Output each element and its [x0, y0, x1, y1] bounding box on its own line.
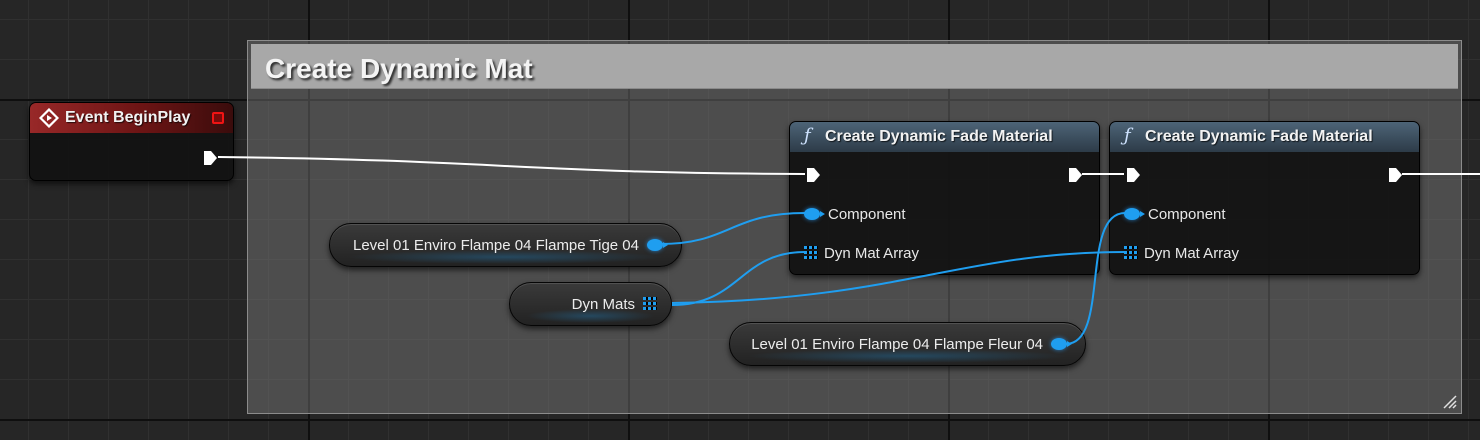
exec-input-pin-icon[interactable]	[1125, 167, 1141, 183]
comment-header[interactable]: Create Dynamic Mat	[251, 44, 1458, 89]
variable-label: Dyn Mats	[571, 295, 635, 313]
dyn-mat-array-pin-label: Dyn Mat Array	[1144, 244, 1240, 262]
array-pin-icon[interactable]	[1124, 246, 1138, 260]
component-pin-label: Component	[1148, 205, 1226, 223]
event-icon	[39, 108, 59, 128]
function-node-2-header[interactable]: ƒ Create Dynamic Fade Material	[1110, 122, 1419, 152]
event-node-title: Event BeginPlay	[65, 109, 191, 126]
function-node-1-header[interactable]: ƒ Create Dynamic Fade Material	[790, 122, 1099, 152]
component-pin-label: Component	[828, 205, 906, 223]
comment-title: Create Dynamic Mat	[265, 53, 533, 84]
object-pin-icon[interactable]	[1051, 338, 1072, 350]
resize-grip-icon[interactable]	[1441, 393, 1457, 409]
exec-output-pin-icon[interactable]	[202, 150, 218, 166]
function-icon: ƒ	[1124, 125, 1131, 146]
object-pin-icon[interactable]	[1124, 208, 1145, 220]
function-node-2-title: Create Dynamic Fade Material	[1145, 128, 1373, 145]
object-pin-icon[interactable]	[804, 208, 825, 220]
variable-node-flampe-fleur[interactable]: Level 01 Enviro Flampe 04 Flampe Fleur 0…	[729, 322, 1086, 366]
array-pin-icon[interactable]	[643, 297, 657, 311]
delegate-pin-icon[interactable]	[212, 112, 224, 124]
event-node-header[interactable]: Event BeginPlay	[30, 103, 233, 133]
dyn-mat-array-pin-row[interactable]: Dyn Mat Array	[804, 243, 919, 263]
variable-label: Level 01 Enviro Flampe 04 Flampe Fleur 0…	[751, 335, 1043, 353]
event-beginplay-node[interactable]: Event BeginPlay	[29, 102, 234, 181]
array-pin-icon[interactable]	[804, 246, 818, 260]
dyn-mat-array-pin-label: Dyn Mat Array	[824, 244, 920, 262]
component-pin-row[interactable]: Component	[1124, 204, 1226, 224]
dyn-mat-array-pin-row[interactable]: Dyn Mat Array	[1124, 243, 1239, 263]
function-node-1-title: Create Dynamic Fade Material	[825, 128, 1053, 145]
function-node-1[interactable]: ƒ Create Dynamic Fade Material Component…	[789, 121, 1100, 275]
variable-node-dyn-mats[interactable]: Dyn Mats	[509, 282, 672, 326]
exec-output-pin-icon[interactable]	[1387, 167, 1403, 183]
function-icon: ƒ	[804, 125, 811, 146]
object-pin-icon[interactable]	[647, 239, 668, 251]
exec-output-pin-icon[interactable]	[1067, 167, 1083, 183]
variable-node-flampe-tige[interactable]: Level 01 Enviro Flampe 04 Flampe Tige 04	[329, 223, 682, 267]
function-node-2[interactable]: ƒ Create Dynamic Fade Material Component…	[1109, 121, 1420, 275]
variable-label: Level 01 Enviro Flampe 04 Flampe Tige 04	[353, 236, 639, 254]
component-pin-row[interactable]: Component	[804, 204, 906, 224]
exec-input-pin-icon[interactable]	[805, 167, 821, 183]
